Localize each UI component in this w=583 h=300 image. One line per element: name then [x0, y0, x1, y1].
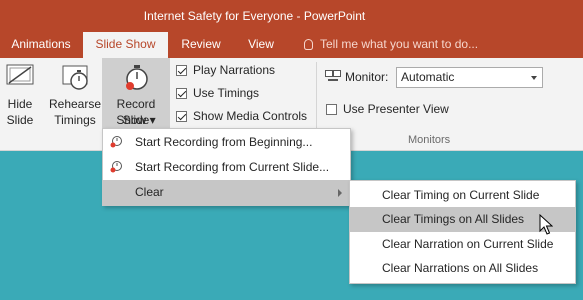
submenu-item-clear-timing-current[interactable]: Clear Timing on Current Slide [350, 183, 575, 208]
ribbon-tab-bar: Animations Slide Show Review View Tell m… [0, 32, 583, 58]
use-presenter-view-label: Use Presenter View [343, 102, 449, 116]
monitor-dropdown-value: Automatic [401, 70, 455, 84]
submenu-item-label: Clear Timings on All Slides [382, 212, 525, 226]
submenu-item-label: Clear Narration on Current Slide [382, 237, 554, 251]
menu-item-start-recording-current[interactable]: Start Recording from Current Slide... [103, 155, 350, 180]
record-icon [110, 136, 122, 148]
show-media-controls-checkbox[interactable]: Show Media Controls [176, 107, 307, 125]
monitor-dropdown[interactable]: Automatic [396, 67, 543, 88]
play-narrations-label: Play Narrations [193, 63, 276, 77]
use-presenter-view-checkbox[interactable]: Use Presenter View [326, 100, 449, 118]
checkbox-checked-icon [176, 88, 187, 99]
record-slide-show-menu: Start Recording from Beginning... Start … [102, 128, 351, 206]
tab-slide-show[interactable]: Slide Show [83, 32, 168, 58]
rehearse-timings-button[interactable]: Rehearse Timings [48, 58, 102, 128]
hide-slide-label-1: Hide [7, 97, 33, 111]
rehearse-timings-label-1: Rehearse [48, 97, 102, 111]
monitor-icon [325, 70, 341, 81]
monitors-group-label: Monitors [408, 134, 451, 146]
tab-animations[interactable]: Animations [0, 32, 82, 58]
menu-item-start-recording-beginning[interactable]: Start Recording from Beginning... [103, 130, 350, 155]
tell-me-placeholder: Tell me what you want to do... [320, 37, 479, 51]
record-icon [110, 161, 122, 173]
menu-item-label: Clear [135, 185, 164, 199]
monitor-label: Monitor: [345, 70, 389, 84]
submenu-item-clear-narrations-all[interactable]: Clear Narrations on All Slides [350, 256, 575, 281]
tab-review[interactable]: Review [172, 32, 230, 58]
menu-item-label: Start Recording from Beginning... [135, 135, 313, 149]
title-bar: Internet Safety for Everyone - PowerPoin… [0, 0, 583, 32]
record-stopwatch-icon [126, 65, 148, 90]
record-slide-show-button[interactable]: Record Slide Show ▾ [102, 58, 170, 128]
play-narrations-checkbox[interactable]: Play Narrations [176, 61, 275, 79]
stopwatch-slide-icon [62, 65, 88, 90]
hide-slide-label-2: Slide [6, 113, 34, 127]
menu-item-clear[interactable]: Clear [103, 180, 350, 205]
mouse-pointer-icon [539, 214, 553, 235]
checkbox-checked-icon [176, 111, 187, 122]
tab-view[interactable]: View [236, 32, 286, 58]
record-slide-show-label-2: Show ▾ [116, 113, 156, 127]
checkbox-checked-icon [176, 65, 187, 76]
use-timings-label: Use Timings [193, 86, 260, 100]
tell-me-box[interactable]: Tell me what you want to do... [304, 32, 478, 58]
use-timings-checkbox[interactable]: Use Timings [176, 84, 259, 102]
hide-slide-icon [6, 64, 34, 85]
rehearse-timings-label-2: Timings [54, 113, 96, 127]
submenu-item-label: Clear Timing on Current Slide [382, 188, 540, 202]
chevron-down-icon [531, 76, 537, 80]
chevron-right-icon [338, 189, 342, 197]
menu-item-label: Start Recording from Current Slide... [135, 160, 330, 174]
hide-slide-button[interactable]: Hide Slide [0, 58, 40, 128]
show-media-controls-label: Show Media Controls [193, 109, 308, 123]
lightbulb-icon [304, 39, 313, 50]
submenu-item-label: Clear Narrations on All Slides [382, 261, 539, 275]
checkbox-unchecked-icon [326, 104, 337, 115]
window-title: Internet Safety for Everyone - PowerPoin… [143, 9, 366, 23]
